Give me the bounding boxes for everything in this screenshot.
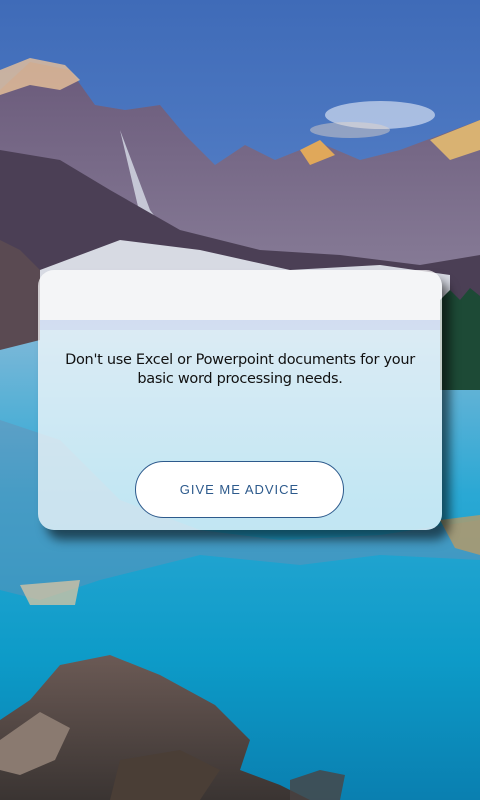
advice-text: Don't use Excel or Powerpoint documents … (65, 352, 415, 387)
advice-card: Don't use Excel or Powerpoint documents … (38, 270, 442, 530)
give-me-advice-button[interactable]: GIVE ME ADVICE (135, 461, 344, 518)
